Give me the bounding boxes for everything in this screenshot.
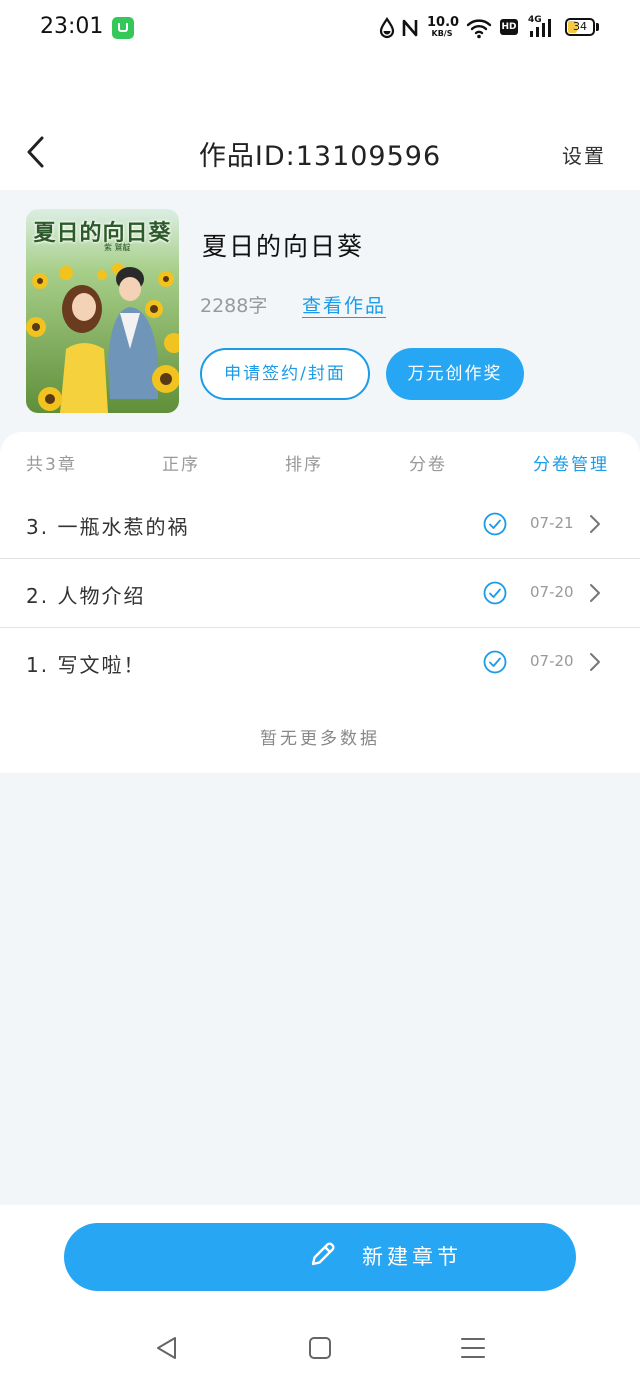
nav-back-icon[interactable] — [152, 1333, 182, 1363]
chapter-date: 07-20 — [530, 652, 574, 670]
creation-award-button[interactable]: 万元创作奖 — [386, 348, 524, 400]
word-count: 2288字 — [200, 295, 268, 317]
cover-author: 紫 鷲靛 — [104, 243, 131, 252]
water-drop-icon — [379, 17, 395, 39]
battery-tip — [596, 23, 599, 31]
cover-title: 夏日的向日葵 — [33, 221, 172, 246]
check-circle-icon — [483, 512, 507, 536]
row-divider — [0, 558, 640, 559]
sort-button[interactable]: 排序 — [285, 450, 323, 475]
network-speed: 10.0 KB/S — [427, 15, 460, 38]
no-more-data-text: 暂无更多数据 — [260, 729, 380, 749]
back-chevron-icon[interactable] — [22, 134, 52, 170]
chapter-row[interactable]: 1. 写文啦！ 07-20 — [0, 629, 640, 697]
volume-button[interactable]: 分卷 — [409, 450, 447, 475]
volume-manage-button[interactable]: 分卷管理 — [533, 450, 609, 475]
wifi-icon — [466, 19, 492, 39]
chevron-right-icon — [590, 584, 600, 602]
order-toggle[interactable]: 正序 — [162, 450, 200, 475]
chevron-right-icon — [590, 515, 600, 533]
battery-level: 34 — [573, 20, 587, 33]
chevron-right-icon — [590, 653, 600, 671]
hd-voice-badge: HD — [500, 19, 518, 35]
nav-home-icon[interactable] — [305, 1333, 335, 1363]
signal-bars-icon — [530, 19, 551, 37]
chapter-row[interactable]: 3. 一瓶水惹的祸 07-21 — [0, 491, 640, 559]
new-chapter-label: 新建章节 — [362, 1245, 462, 1269]
chapter-title: 3. 一瓶水惹的祸 — [26, 515, 190, 539]
settings-button[interactable]: 设置 — [562, 140, 606, 169]
status-time: 23:01 — [40, 14, 104, 39]
chapter-title: 1. 写文啦！ — [26, 653, 146, 677]
chapter-row[interactable]: 2. 人物介绍 07-20 — [0, 560, 640, 628]
chapter-title: 2. 人物介绍 — [26, 584, 146, 608]
app-notification-icon — [112, 17, 134, 39]
network-speed-unit: KB/S — [431, 29, 453, 38]
nav-menu-icon[interactable] — [458, 1333, 488, 1363]
check-circle-icon — [483, 650, 507, 674]
page-title: 作品ID:13109596 — [198, 141, 442, 172]
chapter-date: 07-21 — [530, 514, 574, 532]
chapter-count: 共3章 — [26, 455, 77, 475]
new-chapter-button[interactable]: 新建章节 — [64, 1223, 576, 1291]
work-title: 夏日的向日葵 — [202, 232, 365, 261]
view-work-link[interactable]: 查看作品 — [302, 291, 386, 318]
pencil-icon — [311, 1242, 335, 1266]
check-circle-icon — [483, 581, 507, 605]
row-divider — [0, 627, 640, 628]
chapter-date: 07-20 — [530, 583, 574, 601]
battery-icon: 34 — [565, 18, 595, 36]
nfc-icon — [402, 19, 418, 37]
apply-sign-cover-button[interactable]: 申请签约/封面 — [200, 348, 370, 400]
book-cover[interactable]: 夏日的向日葵 紫 鷲靛 — [26, 209, 179, 413]
network-speed-value: 10.0 — [427, 15, 460, 30]
